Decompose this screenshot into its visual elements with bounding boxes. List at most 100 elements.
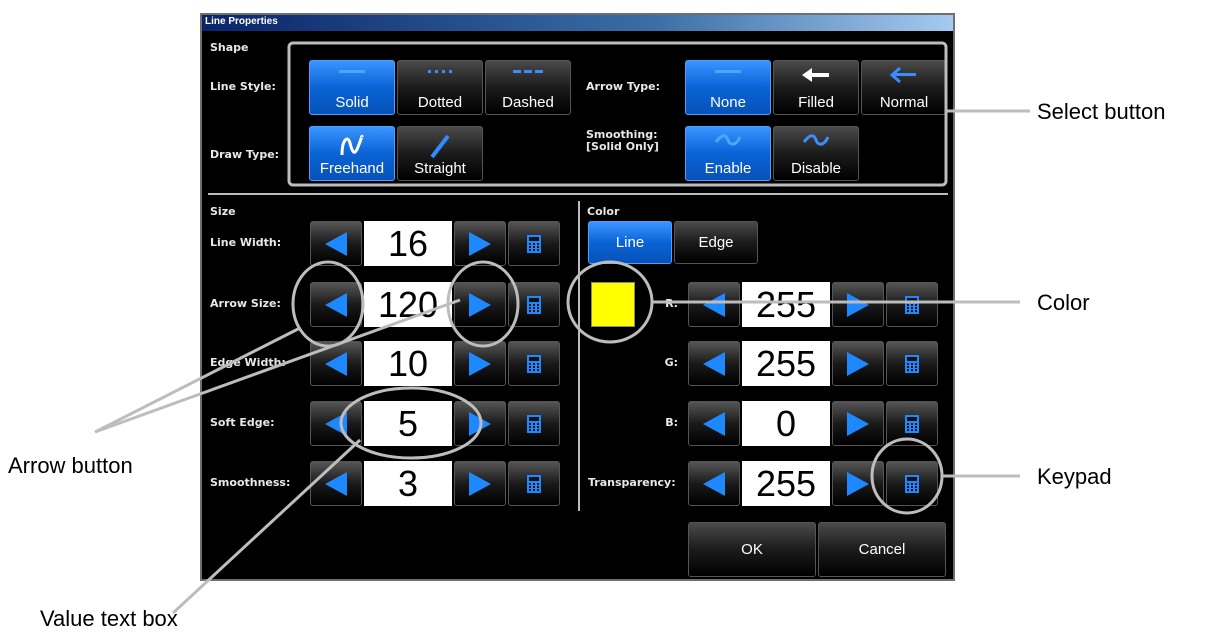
color-tab-line[interactable]: Line bbox=[588, 221, 672, 264]
value-text-box-callout-label: Value text box bbox=[40, 606, 178, 631]
line-style-solid-label: Solid bbox=[335, 94, 369, 111]
color-transparency-3-increment-button[interactable] bbox=[832, 461, 884, 506]
keypad-icon bbox=[905, 354, 919, 373]
arrow-left-icon bbox=[703, 351, 725, 376]
size-soft-edge-3-decrement-button[interactable] bbox=[310, 401, 362, 446]
size-line-width-0-decrement-button[interactable] bbox=[310, 221, 362, 266]
color-callout-label: Color bbox=[1037, 290, 1090, 315]
draw-type-label: Draw Type: bbox=[210, 148, 280, 161]
window-title: Line Properties bbox=[205, 16, 278, 27]
line-style-dashed-label: Dashed bbox=[502, 94, 554, 111]
size-line-width-0-keypad-button[interactable] bbox=[508, 221, 560, 266]
arrow-left-icon bbox=[703, 471, 725, 496]
color-r-0-value-input[interactable] bbox=[742, 282, 830, 327]
draw-type-straight-button[interactable]: Straight bbox=[397, 126, 483, 181]
arrow-left-icon bbox=[703, 411, 725, 436]
color-transparency-3-keypad-button[interactable] bbox=[886, 461, 938, 506]
arrow-type-filled-button[interactable]: Filled bbox=[773, 60, 859, 115]
straight-icon bbox=[430, 134, 450, 159]
size-smoothness-4-value-input[interactable] bbox=[364, 461, 452, 506]
arrow-type-none-button[interactable]: None bbox=[685, 60, 771, 115]
size-edge-width-2-value-input[interactable] bbox=[364, 341, 452, 386]
size-arrow-size-1-value-input[interactable] bbox=[364, 282, 452, 327]
color-transparency-3-value-input[interactable] bbox=[742, 461, 830, 506]
size-smoothness-4-decrement-button[interactable] bbox=[310, 461, 362, 506]
freehand-icon bbox=[340, 134, 364, 156]
arrow-button-callout-label: Arrow button bbox=[8, 453, 133, 478]
color-g-1-label: G: bbox=[664, 356, 678, 369]
size-edge-width-2-keypad-button[interactable] bbox=[508, 341, 560, 386]
size-smoothness-4-label: Smoothness: bbox=[210, 476, 291, 489]
keypad-icon bbox=[905, 414, 919, 433]
normal-arrow-icon bbox=[890, 67, 916, 83]
smoothing-disable-button[interactable]: Disable bbox=[773, 126, 859, 181]
size-arrow-size-1-increment-button[interactable] bbox=[454, 282, 506, 327]
color-transparency-3-decrement-button[interactable] bbox=[688, 461, 740, 506]
color-b-2-increment-button[interactable] bbox=[832, 401, 884, 446]
cancel-button[interactable]: Cancel bbox=[818, 522, 946, 577]
smoothing-enable-label: Enable bbox=[704, 160, 752, 177]
title-bar: Line Properties bbox=[202, 15, 953, 31]
size-arrow-size-1-keypad-button[interactable] bbox=[508, 282, 560, 327]
color-transparency-3-label: Transparency: bbox=[588, 476, 676, 489]
color-g-1-decrement-button[interactable] bbox=[688, 341, 740, 386]
arrow-left-icon bbox=[325, 411, 347, 436]
solid-line-icon bbox=[715, 70, 741, 73]
line-style-dotted-button[interactable]: Dotted bbox=[397, 60, 483, 115]
color-r-0-label: R: bbox=[665, 297, 678, 310]
color-b-2-value-input[interactable] bbox=[742, 401, 830, 446]
color-tab-edge[interactable]: Edge bbox=[674, 221, 758, 264]
size-edge-width-2-increment-button[interactable] bbox=[454, 341, 506, 386]
arrow-type-normal-button[interactable]: Normal bbox=[861, 60, 947, 115]
keypad-icon bbox=[905, 295, 919, 314]
color-swatch[interactable] bbox=[591, 282, 635, 327]
size-line-width-0-value-input[interactable] bbox=[364, 221, 452, 266]
arrow-right-icon bbox=[847, 471, 869, 496]
keypad-icon bbox=[527, 414, 541, 433]
size-section-label: Size bbox=[210, 205, 236, 218]
line-style-solid-button[interactable]: Solid bbox=[309, 60, 395, 115]
keypad-icon bbox=[905, 474, 919, 493]
size-line-width-0-increment-button[interactable] bbox=[454, 221, 506, 266]
arrow-right-icon bbox=[469, 292, 491, 317]
smoothing-enable-button[interactable]: Enable bbox=[685, 126, 771, 181]
size-soft-edge-3-increment-button[interactable] bbox=[454, 401, 506, 446]
color-g-1-value-input[interactable] bbox=[742, 341, 830, 386]
color-r-0-keypad-button[interactable] bbox=[886, 282, 938, 327]
select-button-callout-label: Select button bbox=[1037, 99, 1166, 124]
color-tab-line-label: Line bbox=[615, 234, 645, 251]
arrow-right-icon bbox=[469, 231, 491, 256]
color-r-0-decrement-button[interactable] bbox=[688, 282, 740, 327]
line-style-dashed-button[interactable]: Dashed bbox=[485, 60, 571, 115]
arrow-type-none-label: None bbox=[710, 94, 746, 111]
size-edge-width-2-decrement-button[interactable] bbox=[310, 341, 362, 386]
size-soft-edge-3-value-input[interactable] bbox=[364, 401, 452, 446]
smoothing-sublabel: [Solid Only] bbox=[586, 140, 659, 153]
line-style-dotted-label: Dotted bbox=[417, 94, 463, 111]
keypad-icon bbox=[527, 474, 541, 493]
arrow-left-icon bbox=[325, 471, 347, 496]
arrow-type-filled-label: Filled bbox=[798, 94, 834, 111]
arrow-right-icon bbox=[469, 411, 491, 436]
draw-type-straight-label: Straight bbox=[414, 160, 466, 177]
arrow-right-icon bbox=[469, 351, 491, 376]
ok-button[interactable]: OK bbox=[688, 522, 816, 577]
draw-type-freehand-button[interactable]: Freehand bbox=[309, 126, 395, 181]
wave-icon bbox=[714, 134, 742, 146]
color-r-0-increment-button[interactable] bbox=[832, 282, 884, 327]
section-divider bbox=[208, 193, 948, 195]
arrow-left-icon bbox=[703, 292, 725, 317]
shape-section-label: Shape bbox=[210, 41, 249, 54]
size-soft-edge-3-keypad-button[interactable] bbox=[508, 401, 560, 446]
color-g-1-increment-button[interactable] bbox=[832, 341, 884, 386]
keypad-icon bbox=[527, 234, 541, 253]
color-g-1-keypad-button[interactable] bbox=[886, 341, 938, 386]
color-b-2-keypad-button[interactable] bbox=[886, 401, 938, 446]
keypad-callout-label: Keypad bbox=[1037, 464, 1112, 489]
size-smoothness-4-keypad-button[interactable] bbox=[508, 461, 560, 506]
color-tab-edge-label: Edge bbox=[698, 234, 734, 251]
size-arrow-size-1-decrement-button[interactable] bbox=[310, 282, 362, 327]
color-b-2-decrement-button[interactable] bbox=[688, 401, 740, 446]
keypad-icon bbox=[527, 354, 541, 373]
size-smoothness-4-increment-button[interactable] bbox=[454, 461, 506, 506]
